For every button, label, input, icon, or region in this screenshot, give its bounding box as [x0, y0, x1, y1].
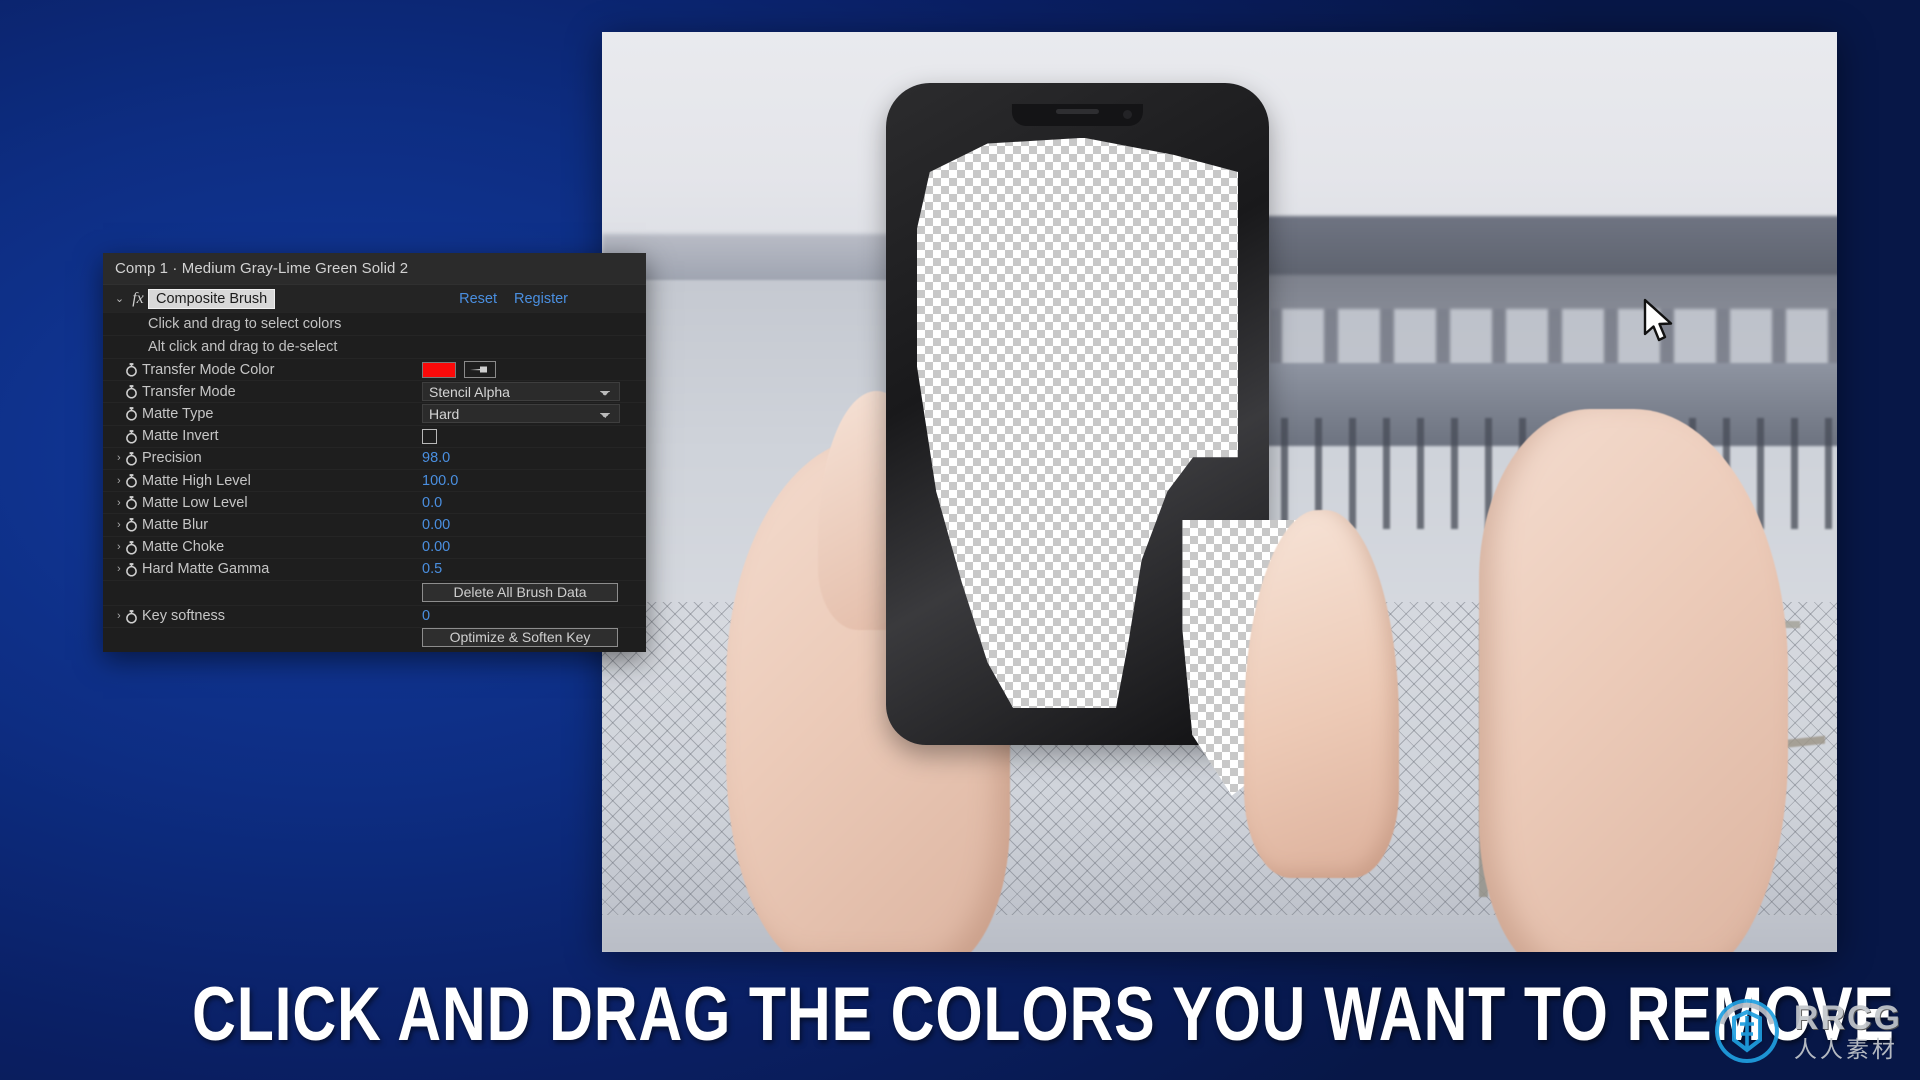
- expand-arrow-icon[interactable]: ›: [103, 475, 121, 487]
- rrcg-logo-icon: [1714, 999, 1779, 1063]
- property-row-matte-invert[interactable]: Matte Invert: [103, 424, 646, 447]
- stopwatch-icon[interactable]: [120, 429, 142, 444]
- property-row-matte-blur[interactable]: › Matte Blur 0.00: [103, 513, 646, 536]
- eyedropper-icon[interactable]: [464, 361, 496, 379]
- property-row-matte-choke[interactable]: › Matte Choke 0.00: [103, 535, 646, 558]
- stopwatch-icon[interactable]: [120, 517, 142, 532]
- composition-viewer[interactable]: [602, 32, 1837, 952]
- expand-arrow-icon[interactable]: ›: [103, 610, 121, 622]
- expand-arrow-icon[interactable]: ›: [103, 541, 121, 553]
- expand-arrow-icon[interactable]: ›: [103, 452, 121, 464]
- matte-type-dropdown[interactable]: Hard: [422, 404, 620, 424]
- property-label: Matte Blur: [142, 516, 209, 533]
- property-value[interactable]: 100.0: [422, 473, 458, 489]
- effect-header-row[interactable]: ⌄ fx Composite Brush Reset Register: [103, 284, 646, 312]
- property-value[interactable]: 0.0: [422, 495, 442, 511]
- effect-controls-panel[interactable]: Comp 1 · Medium Gray-Lime Green Solid 2 …: [103, 253, 646, 653]
- optimize-soften-key-row[interactable]: Optimize & Soften Key: [103, 627, 646, 652]
- register-link[interactable]: Register: [514, 291, 568, 307]
- property-label: Matte High Level: [142, 472, 251, 489]
- panel-title: Comp 1 · Medium Gray-Lime Green Solid 2: [103, 253, 646, 284]
- property-label: Hard Matte Gamma: [142, 561, 270, 578]
- caption-text: CLICK AND DRAG THE COLORS YOU WANT TO RE…: [192, 972, 1895, 1057]
- property-label: Transfer Mode Color: [142, 361, 275, 378]
- property-label: Matte Low Level: [142, 494, 248, 511]
- watermark-brand: RRCG: [1793, 999, 1902, 1037]
- property-label: Matte Choke: [142, 539, 225, 556]
- property-row-matte-high-level[interactable]: › Matte High Level 100.0: [103, 468, 646, 492]
- stopwatch-icon[interactable]: [120, 562, 142, 577]
- property-value[interactable]: 0.00: [422, 517, 450, 533]
- fx-icon[interactable]: fx: [128, 290, 148, 308]
- hint-deselect-colors: Alt click and drag to de-select: [103, 335, 646, 358]
- right-hand: [1478, 409, 1788, 952]
- watermark-chinese-text: 人人素材: [1793, 1036, 1898, 1062]
- expand-arrow-icon[interactable]: ›: [103, 519, 121, 531]
- property-row-hard-matte-gamma[interactable]: › Hard Matte Gamma 0.5: [103, 557, 646, 580]
- phone-speaker: [1056, 109, 1099, 115]
- property-row-transfer-mode[interactable]: Transfer Mode Stencil Alpha: [103, 380, 646, 403]
- expand-arrow-icon[interactable]: ›: [103, 497, 121, 509]
- watermark: RRCG 人人素材: [1710, 994, 1902, 1068]
- stopwatch-icon[interactable]: [120, 473, 142, 488]
- property-row-matte-low-level[interactable]: › Matte Low Level 0.0: [103, 491, 646, 514]
- property-label: Key softness: [142, 608, 226, 625]
- property-value[interactable]: 0.00: [422, 539, 450, 555]
- optimize-soften-key-button[interactable]: Optimize & Soften Key: [422, 627, 618, 647]
- arrow-cursor: [1643, 298, 1673, 342]
- stopwatch-icon[interactable]: [120, 609, 142, 624]
- delete-brush-data-row[interactable]: Delete All Brush Data: [103, 579, 646, 605]
- property-row-transfer-mode-color[interactable]: Transfer Mode Color: [103, 358, 646, 381]
- hint-select-colors: Click and drag to select colors: [103, 312, 646, 335]
- property-label: Precision: [142, 450, 202, 467]
- reset-link[interactable]: Reset: [459, 291, 497, 307]
- effect-name[interactable]: Composite Brush: [148, 288, 276, 309]
- stopwatch-icon[interactable]: [120, 495, 142, 510]
- stopwatch-icon[interactable]: [120, 362, 142, 377]
- property-value[interactable]: 0: [422, 608, 430, 624]
- twirl-down-icon[interactable]: ⌄: [111, 292, 128, 305]
- transfer-mode-dropdown[interactable]: Stencil Alpha: [422, 382, 620, 402]
- stopwatch-icon[interactable]: [120, 384, 142, 399]
- transfer-mode-color-swatch[interactable]: [422, 361, 456, 378]
- expand-arrow-icon[interactable]: ›: [103, 563, 121, 575]
- property-row-precision[interactable]: › Precision 98.0: [103, 446, 646, 469]
- stopwatch-icon[interactable]: [120, 406, 142, 422]
- stopwatch-icon[interactable]: [120, 540, 142, 555]
- stopwatch-icon[interactable]: [120, 451, 142, 466]
- property-label: Transfer Mode: [142, 383, 236, 400]
- property-row-key-softness[interactable]: › Key softness 0: [103, 604, 646, 628]
- property-label: Matte Type: [142, 405, 214, 422]
- property-value[interactable]: 0.5: [422, 561, 442, 577]
- property-label: Matte Invert: [142, 428, 219, 445]
- matte-invert-checkbox[interactable]: [422, 428, 437, 444]
- property-value[interactable]: 98.0: [422, 450, 450, 466]
- delete-all-brush-data-button[interactable]: Delete All Brush Data: [422, 583, 618, 603]
- property-row-matte-type[interactable]: Matte Type Hard: [103, 402, 646, 425]
